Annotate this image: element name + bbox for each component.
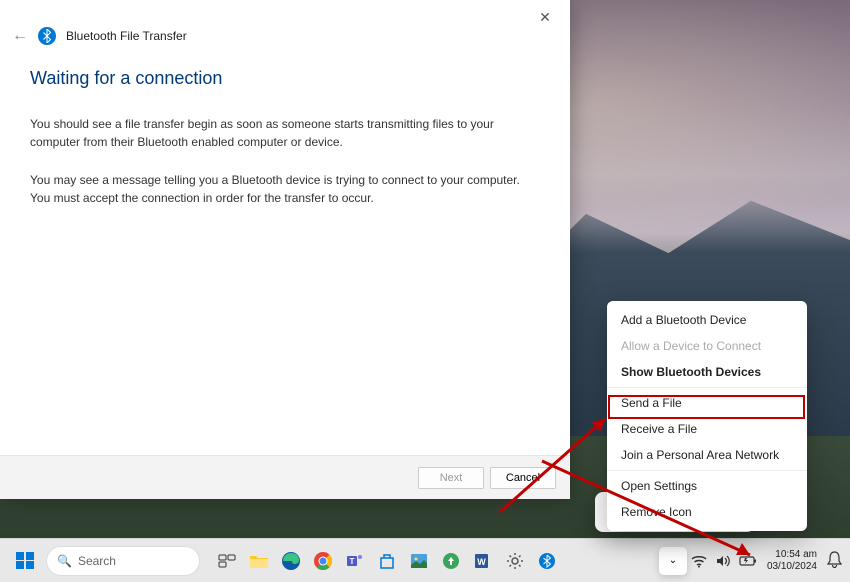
svg-text:W: W — [477, 557, 486, 567]
tray-overflow-chevron-icon[interactable]: ⌄ — [659, 547, 687, 575]
photos-icon[interactable] — [404, 546, 434, 576]
search-icon: 🔍 — [57, 554, 72, 568]
bluetooth-icon — [38, 27, 56, 45]
menu-add-bluetooth-device[interactable]: Add a Bluetooth Device — [607, 307, 807, 333]
teams-icon[interactable]: T — [340, 546, 370, 576]
taskbar-pinned-apps: T W — [212, 546, 562, 576]
menu-allow-device-connect: Allow a Device to Connect — [607, 333, 807, 359]
bluetooth-taskbar-icon[interactable] — [532, 546, 562, 576]
svg-text:T: T — [350, 557, 355, 566]
clock-date: 03/10/2024 — [767, 561, 817, 573]
bluetooth-tray-context-menu: Add a Bluetooth Device Allow a Device to… — [607, 301, 807, 531]
dialog-para-2: You may see a message telling you a Blue… — [30, 171, 540, 207]
cancel-button[interactable]: Cancel — [490, 467, 556, 489]
edge-icon[interactable] — [276, 546, 306, 576]
task-view-icon[interactable] — [212, 546, 242, 576]
next-button[interactable]: Next — [418, 467, 484, 489]
wifi-icon[interactable] — [691, 554, 707, 568]
vpn-icon[interactable] — [436, 546, 466, 576]
settings-icon[interactable] — [500, 546, 530, 576]
word-icon[interactable]: W — [468, 546, 498, 576]
back-arrow-icon[interactable]: ← — [12, 27, 28, 45]
dialog-content: Waiting for a connection You should see … — [30, 68, 540, 227]
store-icon[interactable] — [372, 546, 402, 576]
chrome-icon[interactable] — [308, 546, 338, 576]
clock-time: 10:54 am — [767, 549, 817, 561]
windows-logo-icon — [16, 552, 34, 570]
dialog-para-1: You should see a file transfer begin as … — [30, 115, 540, 151]
taskbar-left-group: 🔍 Search T W — [0, 544, 562, 578]
system-tray: ⌄ 10:54 am 03/10/2024 — [659, 547, 850, 575]
search-box[interactable]: 🔍 Search — [46, 546, 200, 576]
taskbar: 🔍 Search T W ⌄ 10:54 am 03/10/2024 — [0, 538, 850, 582]
file-explorer-icon[interactable] — [244, 546, 274, 576]
menu-divider — [607, 470, 807, 471]
dialog-footer: Next Cancel — [0, 455, 570, 499]
notifications-icon[interactable] — [827, 551, 842, 571]
start-button[interactable] — [8, 544, 42, 578]
bluetooth-file-transfer-dialog: ✕ ← Bluetooth File Transfer Waiting for … — [0, 0, 570, 499]
menu-receive-file[interactable]: Receive a File — [607, 416, 807, 442]
search-placeholder: Search — [78, 554, 116, 568]
menu-remove-icon[interactable]: Remove Icon — [607, 499, 807, 525]
volume-icon[interactable] — [715, 554, 731, 568]
menu-open-settings[interactable]: Open Settings — [607, 473, 807, 499]
menu-send-file[interactable]: Send a File — [607, 390, 807, 416]
battery-icon[interactable] — [739, 554, 757, 568]
dialog-heading: Waiting for a connection — [30, 68, 540, 89]
menu-divider — [607, 387, 807, 388]
clock[interactable]: 10:54 am 03/10/2024 — [767, 549, 817, 573]
menu-show-bluetooth-devices[interactable]: Show Bluetooth Devices — [607, 359, 807, 385]
dialog-titlebar: ← Bluetooth File Transfer — [12, 27, 187, 45]
close-button[interactable]: ✕ — [530, 5, 560, 29]
systray-quick-icons[interactable] — [691, 554, 757, 568]
menu-join-pan[interactable]: Join a Personal Area Network — [607, 442, 807, 468]
dialog-title: Bluetooth File Transfer — [66, 29, 187, 43]
